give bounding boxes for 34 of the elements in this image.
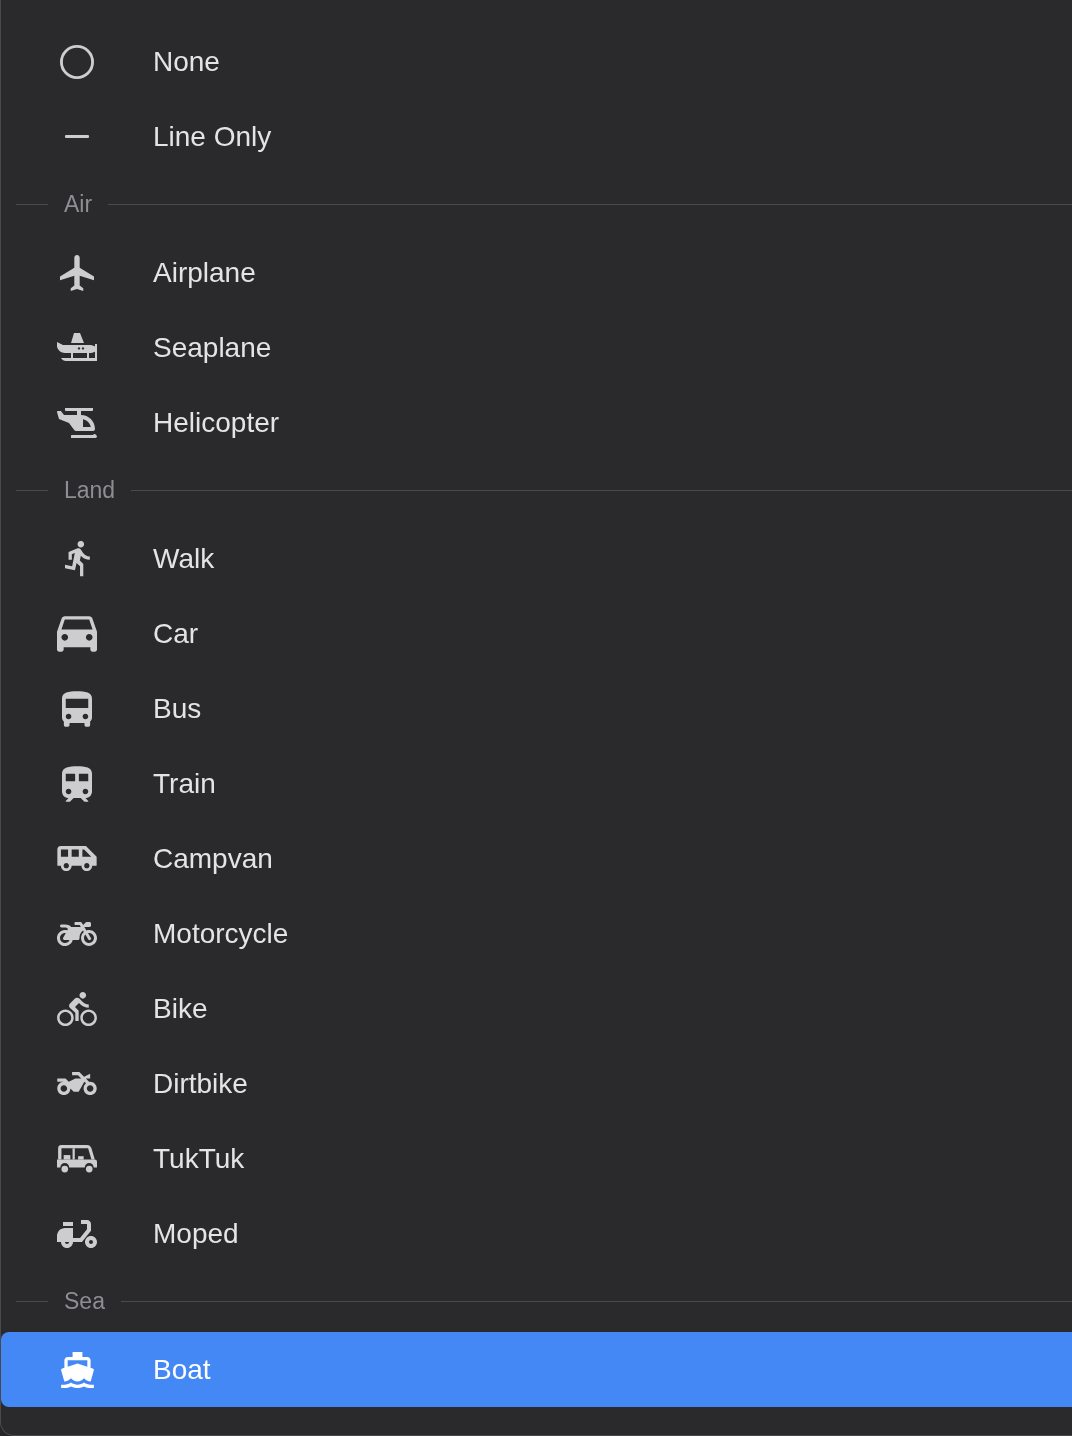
menu-item[interactable]: Moped bbox=[1, 1196, 1072, 1271]
rickshaw-icon bbox=[57, 1144, 97, 1173]
train-icon bbox=[62, 765, 92, 802]
bicycle-icon bbox=[57, 991, 97, 1026]
section-label: Sea bbox=[64, 1288, 105, 1315]
menu-item[interactable]: Car bbox=[1, 596, 1072, 671]
menu-item[interactable]: None bbox=[1, 24, 1072, 99]
menu-item[interactable]: Bus bbox=[1, 671, 1072, 746]
seaplane-icon bbox=[57, 332, 97, 363]
menu-item[interactable]: Helicopter bbox=[1, 385, 1072, 460]
dash-icon bbox=[65, 135, 89, 138]
motorbike-icon bbox=[57, 1072, 97, 1095]
motorcycle-icon bbox=[57, 921, 97, 946]
menu-item[interactable]: Campvan bbox=[1, 821, 1072, 896]
section-label: Air bbox=[64, 191, 93, 218]
circle-icon bbox=[60, 44, 94, 79]
helicopter-icon bbox=[57, 407, 97, 438]
menu-item[interactable]: Airplane bbox=[1, 235, 1072, 310]
bus-icon bbox=[62, 690, 92, 727]
menu-item[interactable]: Dirtbike bbox=[1, 1046, 1072, 1121]
menu-item[interactable]: Train bbox=[1, 746, 1072, 821]
menu-item[interactable]: TukTuk bbox=[1, 1121, 1072, 1196]
menu-item[interactable]: Walk bbox=[1, 521, 1072, 596]
boat-icon bbox=[60, 1351, 94, 1388]
section-label: Land bbox=[64, 477, 116, 504]
menu-item[interactable]: Seaplane bbox=[1, 310, 1072, 385]
airplane-icon bbox=[60, 254, 94, 291]
car-icon bbox=[57, 615, 97, 652]
menu-item[interactable]: Bike bbox=[1, 971, 1072, 1046]
scooter-icon bbox=[57, 1219, 97, 1248]
menu-item[interactable]: Line Only bbox=[1, 99, 1072, 174]
running-person-icon bbox=[64, 540, 90, 577]
menu-item[interactable]: Motorcycle bbox=[1, 896, 1072, 971]
van-icon bbox=[57, 846, 97, 871]
